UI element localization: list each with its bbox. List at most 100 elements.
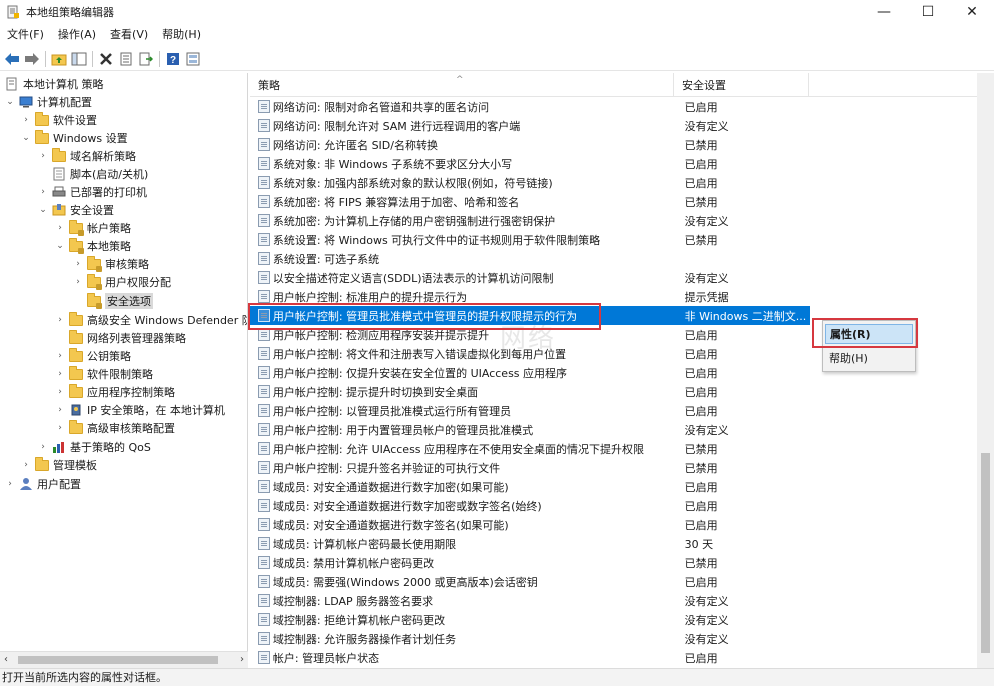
tree-item-dns-policy[interactable]: › 域名解析策略 xyxy=(37,147,136,165)
table-row[interactable]: 系统对象: 加强内部系统对象的默认权限(例如，符号链接) 已启用 xyxy=(250,173,810,192)
chevron-right-icon[interactable]: › xyxy=(54,404,66,416)
chevron-right-icon[interactable]: › xyxy=(72,276,84,288)
table-row[interactable]: 用户帐户控制: 标准用户的提升提示行为 提示凭据 xyxy=(250,287,810,306)
chevron-right-icon[interactable]: › xyxy=(37,186,49,198)
scroll-right-icon[interactable]: › xyxy=(240,654,244,665)
table-row[interactable]: 网络访问: 限制允许对 SAM 进行远程调用的客户端 没有定义 xyxy=(250,116,810,135)
tree-item-printers[interactable]: › 已部署的打印机 xyxy=(37,183,147,201)
help-icon[interactable]: ? xyxy=(164,50,182,68)
security-setting: 已启用 xyxy=(684,366,718,380)
tree-item-windows-settings[interactable]: ⌄ Windows 设置 xyxy=(20,129,128,147)
table-row[interactable]: 域成员: 禁用计算机帐户密码更改 已禁用 xyxy=(250,553,810,572)
tree-item-computer-config[interactable]: ⌄ 计算机配置 xyxy=(4,93,92,111)
chevron-right-icon[interactable]: › xyxy=(20,114,32,126)
table-row[interactable]: 域成员: 对安全通道数据进行数字签名(如果可能) 已启用 xyxy=(250,515,810,534)
tree-item-label: 域名解析策略 xyxy=(70,150,136,163)
table-row[interactable]: 用户帐户控制: 提示提升时切换到安全桌面 已启用 xyxy=(250,382,810,401)
tree-horizontal-scrollbar[interactable]: ‹ › xyxy=(0,651,248,668)
table-row[interactable]: 域成员: 计算机帐户密码最长使用期限 30 天 xyxy=(250,534,810,553)
tree-item-scripts[interactable]: 脚本(启动/关机) xyxy=(37,165,148,183)
tree-item-software-settings[interactable]: › 软件设置 xyxy=(20,111,97,129)
tree-item-user-config[interactable]: › 用户配置 xyxy=(4,475,81,493)
column-header-policy[interactable]: ^ 策略 xyxy=(250,73,674,97)
chevron-right-icon[interactable]: › xyxy=(54,314,66,326)
delete-icon[interactable] xyxy=(97,50,115,68)
table-row[interactable]: 用户帐户控制: 只提升签名并验证的可执行文件 已禁用 xyxy=(250,458,810,477)
column-header-setting[interactable]: 安全设置 xyxy=(674,73,809,97)
show-tree-icon[interactable] xyxy=(70,50,88,68)
table-row[interactable]: 用户帐户控制: 允许 UIAccess 应用程序在不使用安全桌面的情况下提升权限… xyxy=(250,439,810,458)
view-icon[interactable] xyxy=(184,50,202,68)
scroll-thumb[interactable] xyxy=(18,656,218,664)
table-row[interactable]: 网络访问: 允许匿名 SID/名称转换 已禁用 xyxy=(250,135,810,154)
close-button[interactable]: ✕ xyxy=(950,0,994,24)
table-row[interactable]: 域控制器: LDAP 服务器签名要求 没有定义 xyxy=(250,591,810,610)
chevron-right-icon[interactable]: › xyxy=(37,441,49,453)
table-row[interactable]: 系统对象: 非 Windows 子系统不要求区分大小写 已启用 xyxy=(250,154,810,173)
chevron-right-icon[interactable]: › xyxy=(54,368,66,380)
properties-icon[interactable] xyxy=(117,50,135,68)
table-row[interactable]: 用户帐户控制: 用于内置管理员帐户的管理员批准模式 没有定义 xyxy=(250,420,810,439)
chevron-right-icon[interactable]: › xyxy=(20,459,32,471)
chevron-right-icon[interactable]: › xyxy=(54,222,66,234)
chevron-down-icon[interactable]: ⌄ xyxy=(20,132,32,144)
tree-item-admin-templates[interactable]: › 管理模板 xyxy=(20,456,97,474)
chevron-right-icon[interactable]: › xyxy=(54,350,66,362)
table-row[interactable]: 域成员: 需要强(Windows 2000 或更高版本)会话密钥 已启用 xyxy=(250,572,810,591)
export-icon[interactable] xyxy=(137,50,155,68)
tree-item-qos[interactable]: › 基于策略的 QoS xyxy=(37,438,151,456)
scroll-left-icon[interactable]: ‹ xyxy=(4,654,8,665)
tree-item-advanced-audit[interactable]: › 高级审核策略配置 xyxy=(54,419,175,437)
up-folder-icon[interactable] xyxy=(50,50,68,68)
minimize-button[interactable]: — xyxy=(862,0,906,24)
tree-item-security-options[interactable]: 安全选项 xyxy=(72,292,153,310)
tree-item-security-settings[interactable]: ⌄ 安全设置 xyxy=(37,201,114,219)
tree-item-app-control[interactable]: › 应用程序控制策略 xyxy=(54,383,175,401)
security-setting: 没有定义 xyxy=(684,119,729,133)
chevron-right-icon[interactable]: › xyxy=(72,258,84,270)
menu-file[interactable]: 文件(F) xyxy=(0,25,51,45)
list-vertical-scrollbar[interactable] xyxy=(977,73,994,668)
folder-icon xyxy=(68,365,84,381)
table-row[interactable]: 网络访问: 限制对命名管道和共享的匿名访问 已启用 xyxy=(250,97,810,116)
tree-item-ip-security[interactable]: › IP 安全策略，在 本地计算机 xyxy=(54,401,225,419)
tree-item-defender-firewall[interactable]: › 高级安全 Windows Defender 防 xyxy=(54,311,247,329)
tree-item-local-policy[interactable]: ⌄ 本地策略 xyxy=(54,237,131,255)
menu-action[interactable]: 操作(A) xyxy=(51,25,103,45)
table-row[interactable]: 域控制器: 允许服务器操作者计划任务 没有定义 xyxy=(250,629,810,648)
chevron-right-icon[interactable]: › xyxy=(54,422,66,434)
chevron-down-icon[interactable]: ⌄ xyxy=(4,96,16,108)
chevron-right-icon[interactable]: › xyxy=(4,478,16,490)
table-row[interactable]: 域控制器: 拒绝计算机帐户密码更改 没有定义 xyxy=(250,610,810,629)
tree-item-user-rights[interactable]: › 用户权限分配 xyxy=(72,273,171,291)
table-row[interactable]: 以安全描述符定义语言(SDDL)语法表示的计算机访问限制 没有定义 xyxy=(250,268,810,287)
table-row[interactable]: 系统加密: 将 FIPS 兼容算法用于加密、哈希和签名 已禁用 xyxy=(250,192,810,211)
context-menu-properties[interactable]: 属性(R) xyxy=(825,324,913,344)
forward-arrow-icon[interactable] xyxy=(23,50,41,68)
context-menu-help[interactable]: 帮助(H) xyxy=(825,349,913,369)
policy-name: 用户帐户控制: 只提升签名并验证的可执行文件 xyxy=(272,461,501,475)
table-row[interactable]: 系统设置: 将 Windows 可执行文件中的证书规则用于软件限制策略 已禁用 xyxy=(250,230,810,249)
table-row[interactable]: 帐户: 管理员帐户状态 已启用 xyxy=(250,648,810,667)
table-row[interactable]: 域成员: 对安全通道数据进行数字加密(如果可能) 已启用 xyxy=(250,477,810,496)
tree-item-public-key[interactable]: › 公钥策略 xyxy=(54,347,131,365)
chevron-down-icon[interactable]: ⌄ xyxy=(54,240,66,252)
tree-item-audit-policy[interactable]: › 审核策略 xyxy=(72,255,149,273)
table-row[interactable]: 用户帐户控制: 仅提升安装在安全位置的 UIAccess 应用程序 已启用 xyxy=(250,363,810,382)
tree-item-account-policy[interactable]: › 帐户策略 xyxy=(54,219,131,237)
menu-view[interactable]: 查看(V) xyxy=(103,25,155,45)
table-row[interactable]: 系统加密: 为计算机上存储的用户密钥强制进行强密钥保护 没有定义 xyxy=(250,211,810,230)
chevron-right-icon[interactable]: › xyxy=(37,150,49,162)
back-arrow-icon[interactable] xyxy=(3,50,21,68)
scroll-thumb[interactable] xyxy=(981,453,990,653)
table-row[interactable]: 系统设置: 可选子系统 xyxy=(250,249,810,268)
maximize-button[interactable]: ☐ xyxy=(906,0,950,24)
chevron-down-icon[interactable]: ⌄ xyxy=(37,204,49,216)
tree-item-local-computer-policy[interactable]: 本地计算机 策略 xyxy=(2,75,104,93)
menu-help[interactable]: 帮助(H) xyxy=(155,25,208,45)
table-row[interactable]: 域成员: 对安全通道数据进行数字加密或数字签名(始终) 已启用 xyxy=(250,496,810,515)
table-row[interactable]: 用户帐户控制: 以管理员批准模式运行所有管理员 已启用 xyxy=(250,401,810,420)
chevron-right-icon[interactable]: › xyxy=(54,386,66,398)
tree-item-software-restriction[interactable]: › 软件限制策略 xyxy=(54,365,153,383)
tree-item-network-list[interactable]: 网络列表管理器策略 xyxy=(54,329,186,347)
